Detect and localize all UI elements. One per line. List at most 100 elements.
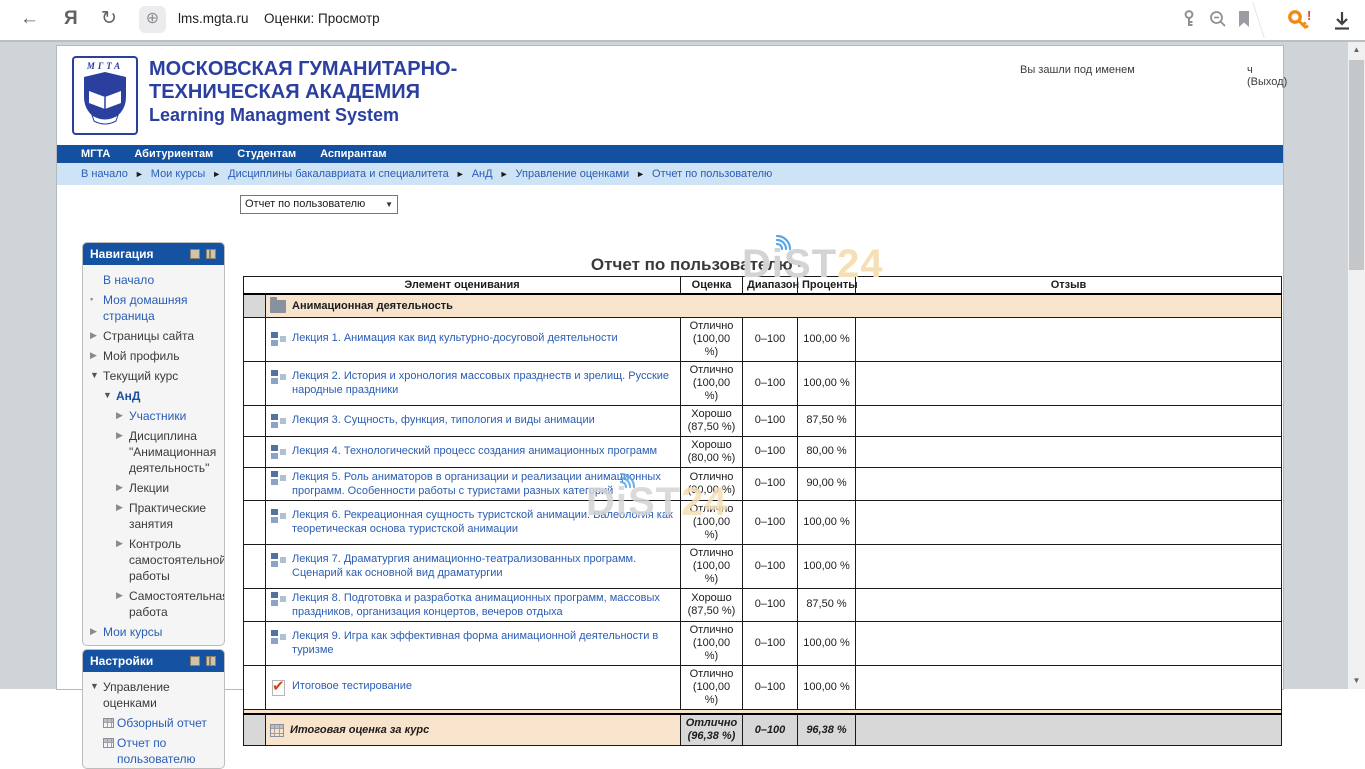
breadcrumb-link[interactable]: Управление оценками xyxy=(516,168,630,180)
main-menu-item[interactable]: Абитуриентам xyxy=(134,148,213,160)
block-dock-icon[interactable] xyxy=(206,249,216,259)
scrollbar-thumb[interactable] xyxy=(1349,60,1364,270)
grade-feedback xyxy=(856,436,1282,467)
grade-feedback xyxy=(856,621,1282,665)
address-page-title[interactable]: Оценки: Просмотр xyxy=(264,11,380,26)
report-type-select[interactable]: Отчет по пользователю ▼ xyxy=(240,195,398,214)
yandex-logo-icon[interactable]: Я xyxy=(64,7,78,31)
sidebar-item-label: Дисциплина "Анимационная деятельность" xyxy=(129,428,221,476)
sidebar-item[interactable]: ▶ Контроль самостоятельной работы xyxy=(88,534,221,586)
zoom-magnifier-icon[interactable] xyxy=(1208,9,1228,29)
grade-percent: 100,00 % xyxy=(798,500,856,544)
sidebar-item[interactable]: В начало xyxy=(88,270,221,290)
breadcrumb-link[interactable]: АнД xyxy=(472,168,493,180)
grade-value: Отлично(100,00 %) xyxy=(681,361,743,405)
grade-item-link[interactable]: Лекция 9. Игра как эффективная форма ани… xyxy=(292,629,676,657)
block-minimize-icon[interactable] xyxy=(190,249,200,259)
address-url[interactable]: lms.mgta.ru xyxy=(178,11,249,26)
grade-range: 0–100 xyxy=(743,467,798,500)
category-name: Анимационная деятельность xyxy=(292,300,453,312)
site-page: МГТА МОСКОВСКАЯ ГУМАНИТАРНО- ТЕХНИЧЕСКАЯ… xyxy=(57,46,1283,689)
main-menu-item[interactable]: Аспирантам xyxy=(320,148,386,160)
sidebar-item[interactable]: Обзорный отчет xyxy=(88,713,221,733)
grade-item-link[interactable]: Лекция 3. Сущность, функция, типология и… xyxy=(292,413,595,427)
breadcrumb-link[interactable]: Отчет по пользователю xyxy=(652,168,772,180)
vertical-scrollbar[interactable]: ▲ ▼ xyxy=(1348,42,1365,689)
course-total-label: Итоговая оценка за курс xyxy=(290,724,429,736)
sidebar-item[interactable]: Отчет по пользователю xyxy=(88,733,221,769)
sidebar-item[interactable]: ▶ Страницы сайта xyxy=(88,326,221,346)
col-header-percent: Проценты xyxy=(798,277,856,295)
sidebar-item[interactable]: ▶ Мои курсы xyxy=(88,622,221,642)
course-total-row: Итоговая оценка за курс Отлично(96,38 %)… xyxy=(244,714,1282,746)
grade-feedback xyxy=(856,588,1282,621)
password-key-icon[interactable] xyxy=(1180,9,1198,29)
grade-percent: 87,50 % xyxy=(798,405,856,436)
wifi-arcs-icon xyxy=(773,233,797,251)
grade-feedback xyxy=(856,361,1282,405)
grade-range: 0–100 xyxy=(743,500,798,544)
logo-word: МГТА xyxy=(74,61,136,71)
grade-item-link[interactable]: Лекция 2. История и хронология массовых … xyxy=(292,369,676,397)
scroll-down-icon[interactable]: ▼ xyxy=(1348,673,1365,689)
tree-marker-icon: ▶ xyxy=(116,408,129,423)
scroll-up-icon[interactable]: ▲ xyxy=(1348,42,1365,58)
sidebar-item[interactable]: ▼ Управление оценками xyxy=(88,677,221,713)
grade-item-link[interactable]: Лекция 7. Драматургия анимационно-театра… xyxy=(292,552,676,580)
block-minimize-icon[interactable] xyxy=(190,656,200,666)
main-menu-item[interactable]: МГТА xyxy=(81,148,110,160)
grade-item-row: Лекция 2. История и хронология массовых … xyxy=(244,361,1282,405)
protect-key-alert-icon[interactable]: ! xyxy=(1287,9,1313,33)
block-dock-icon[interactable] xyxy=(206,656,216,666)
grade-item-link[interactable]: Лекция 1. Анимация как вид культурно-дос… xyxy=(292,331,618,345)
login-status-text: Вы зашли под именем xyxy=(1020,64,1135,76)
sidebar-item[interactable]: ▶ Самостоятельная работа xyxy=(88,586,221,622)
lms-title: Learning Managment System xyxy=(149,105,399,126)
grade-item-link[interactable]: Итоговое тестирование xyxy=(292,679,412,693)
logout-link[interactable]: ч (Выход) xyxy=(1247,64,1287,88)
sidebar-item[interactable]: ▶ Дисциплина "Анимационная деятельность" xyxy=(88,426,221,478)
grade-value: Хорошо(80,00 %) xyxy=(681,436,743,467)
breadcrumb-link[interactable]: Мои курсы xyxy=(151,168,205,180)
site-globe-icon[interactable]: ⊕ xyxy=(139,6,166,33)
grade-item-row: Лекция 4. Технологический процесс создан… xyxy=(244,436,1282,467)
bookmark-flag-icon[interactable] xyxy=(1236,9,1252,29)
grade-item-link[interactable]: Лекция 6. Рекреационная сущность туристс… xyxy=(292,508,676,536)
breadcrumb-link[interactable]: Дисциплины бакалавриата и специалитета xyxy=(228,168,449,180)
grade-percent: 100,00 % xyxy=(798,544,856,588)
grade-percent: 87,50 % xyxy=(798,588,856,621)
grade-item-link[interactable]: Лекция 8. Подготовка и разработка анимац… xyxy=(292,591,676,619)
sidebar-item[interactable]: ▼ Текущий курс xyxy=(88,366,221,386)
sidebar-item[interactable]: ▪ Моя домашняя страница xyxy=(88,290,221,326)
grade-item-link[interactable]: Лекция 5. Роль аниматоров в организации … xyxy=(292,470,676,498)
grade-percent: 100,00 % xyxy=(798,317,856,361)
main-menu-item[interactable]: Студентам xyxy=(237,148,296,160)
sidebar-item[interactable]: ▶ Участники xyxy=(88,406,221,426)
sidebar-item[interactable]: ▼ АнД xyxy=(88,386,221,406)
grade-value: Отлично(100,00 %) xyxy=(681,500,743,544)
mgta-logo[interactable]: МГТА xyxy=(72,56,138,135)
sidebar-item[interactable]: ▶ Практические занятия xyxy=(88,498,221,534)
back-arrow-icon[interactable]: ← xyxy=(20,7,39,31)
breadcrumb-separator-icon: ► xyxy=(456,169,465,179)
sidebar-item[interactable]: ▶ Мой профиль xyxy=(88,346,221,366)
download-arrow-icon[interactable] xyxy=(1331,9,1353,33)
svg-text:!: ! xyxy=(1307,9,1311,23)
tree-marker-icon: ▼ xyxy=(90,679,103,694)
addressbar-edge xyxy=(1252,2,1265,38)
breadcrumb-link[interactable]: В начало xyxy=(81,168,128,180)
grade-percent: 80,00 % xyxy=(798,436,856,467)
grade-feedback xyxy=(856,544,1282,588)
course-total-feedback xyxy=(856,714,1282,746)
grade-item-link[interactable]: Лекция 4. Технологический процесс создан… xyxy=(292,444,657,458)
sidebar-item[interactable]: ▶ Лекции xyxy=(88,478,221,498)
course-total-range: 0–100 xyxy=(743,714,798,746)
grade-item-row: Лекция 7. Драматургия анимационно-театра… xyxy=(244,544,1282,588)
grade-value: Хорошо(87,50 %) xyxy=(681,405,743,436)
tree-marker-icon: ▶ xyxy=(90,348,103,363)
main-menu-bar: МГТА Абитуриентам Студентам Аспирантам xyxy=(57,145,1283,163)
sidebar-item-label: Практические занятия xyxy=(129,500,221,532)
grade-feedback xyxy=(856,500,1282,544)
sidebar-item-label: Моя домашняя страница xyxy=(103,292,221,324)
refresh-icon[interactable]: ↻ xyxy=(101,7,117,31)
